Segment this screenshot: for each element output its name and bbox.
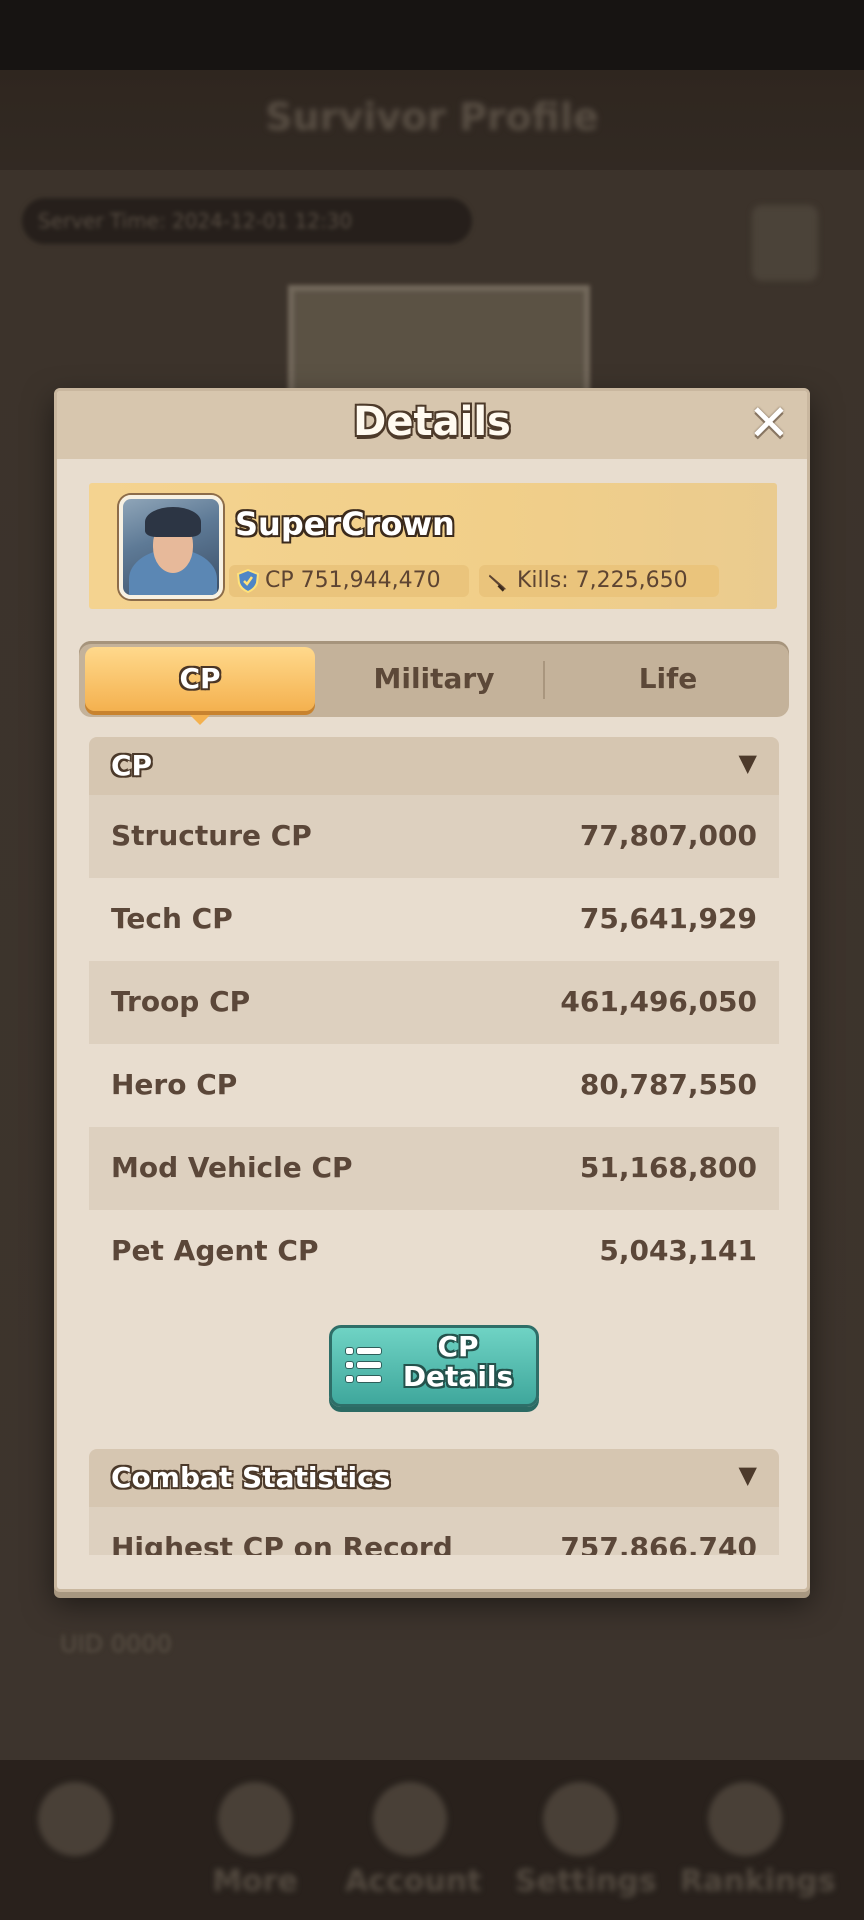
tab-bar: CP Military Life: [79, 641, 789, 725]
combat-section-title: Combat Statistics: [111, 1461, 391, 1494]
player-name: SuperCrown: [235, 505, 455, 543]
stat-row: Hero CP 80,787,550: [89, 1044, 779, 1127]
collapse-arrow-icon[interactable]: ▼: [739, 749, 757, 777]
stat-row: Structure CP 77,807,000: [89, 795, 779, 878]
stat-label: Pet Agent CP: [111, 1234, 319, 1267]
stat-value: 80,787,550: [579, 1068, 757, 1101]
stat-label: Tech CP: [111, 902, 233, 935]
cp-details-label: CP Details: [402, 1330, 514, 1393]
shield-icon: [237, 569, 259, 593]
stat-label: Highest CP on Record: [111, 1531, 453, 1555]
knife-icon: [488, 574, 507, 592]
stat-label: Mod Vehicle CP: [111, 1151, 353, 1184]
cp-details-button[interactable]: CP Details: [329, 1325, 539, 1407]
tab-cp[interactable]: CP: [85, 647, 315, 725]
tab-divider: [543, 661, 545, 699]
tab-military[interactable]: Military: [319, 647, 549, 711]
stat-row: Troop CP 461,496,050: [89, 961, 779, 1044]
stat-value: 77,807,000: [579, 819, 757, 852]
stat-label: Troop CP: [111, 985, 251, 1018]
profile-banner: SuperCrown CP 751,944,470 Kills: 7,225,6…: [89, 483, 777, 609]
stat-label: Hero CP: [111, 1068, 238, 1101]
collapse-arrow-icon[interactable]: ▼: [739, 1461, 757, 1489]
stat-row: Mod Vehicle CP 51,168,800: [89, 1127, 779, 1210]
cp-value: CP 751,944,470: [265, 568, 441, 593]
stat-label: Structure CP: [111, 819, 312, 852]
kills-value: Kills: 7,225,650: [517, 568, 688, 593]
cp-badge: CP 751,944,470: [229, 565, 469, 597]
cp-section-title: CP: [111, 749, 153, 782]
stat-value: 757,866,740: [560, 1531, 757, 1555]
details-modal: Details ✕ SuperCrown CP 751,944,470 Kill…: [54, 388, 810, 1592]
modal-title: Details: [353, 399, 511, 445]
tab-life[interactable]: Life: [553, 647, 783, 711]
combat-section-header[interactable]: Combat Statistics ▼: [89, 1449, 779, 1507]
avatar[interactable]: [119, 495, 223, 599]
stat-row: Tech CP 75,641,929: [89, 878, 779, 961]
stat-value: 75,641,929: [579, 902, 757, 935]
stat-value: 51,168,800: [579, 1151, 757, 1184]
close-icon[interactable]: ✕: [747, 398, 791, 448]
details-scroll-area[interactable]: CP ▼ Structure CP 77,807,000 Tech CP 75,…: [89, 737, 779, 1555]
stat-value: 5,043,141: [599, 1234, 757, 1267]
stat-row: Pet Agent CP 5,043,141: [89, 1210, 779, 1293]
stat-row: Highest CP on Record 757,866,740: [89, 1507, 779, 1555]
stat-value: 461,496,050: [560, 985, 757, 1018]
cp-section-header[interactable]: CP ▼: [89, 737, 779, 795]
modal-header: Details ✕: [57, 391, 807, 459]
kills-badge: Kills: 7,225,650: [479, 565, 719, 597]
list-icon: [346, 1346, 382, 1386]
